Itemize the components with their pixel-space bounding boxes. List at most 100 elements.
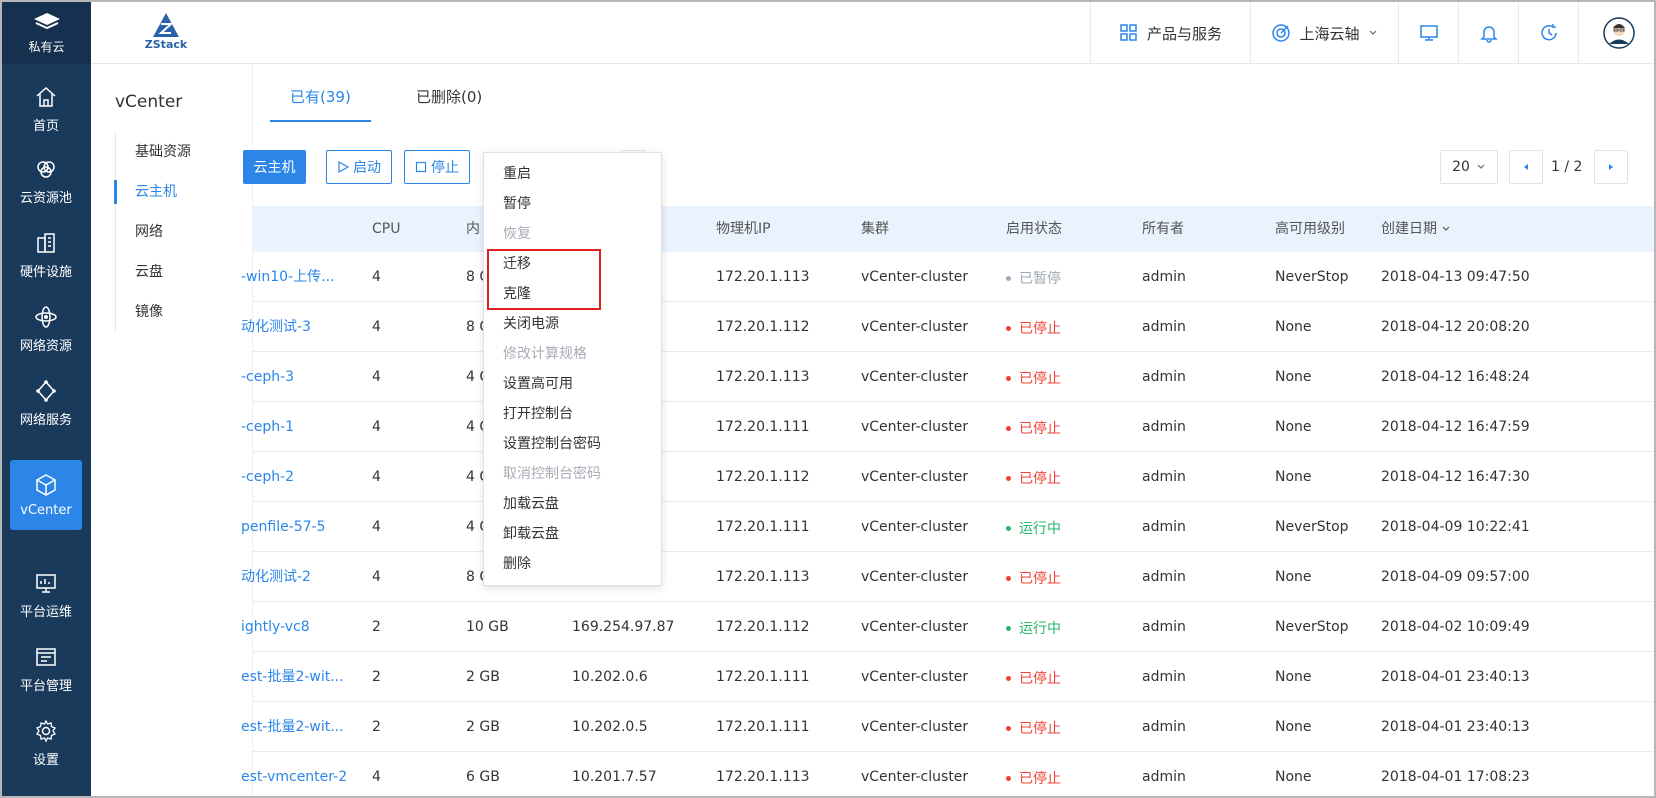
history-button[interactable]	[1518, 2, 1578, 64]
vm-name-link[interactable]: est-vmcenter-2	[241, 752, 347, 796]
column-header-cluster[interactable]: 集群	[861, 206, 889, 252]
subnav-item-volumes[interactable]: 云盘	[116, 252, 245, 292]
nav-item-settings[interactable]: 设置	[10, 708, 82, 778]
ip-cell: 10.201.7.57	[572, 769, 657, 785]
column-header-state[interactable]: 启用状态	[1006, 206, 1062, 252]
vm-name-link[interactable]: penfile-57-5	[241, 502, 326, 552]
nav-brand[interactable]: 私有云	[2, 2, 91, 64]
region-selector[interactable]: 上海云轴	[1250, 2, 1398, 64]
create-date-cell: 2018-04-12 16:47:59	[1381, 419, 1530, 435]
vm-name-link[interactable]: -win10-上传...	[241, 252, 334, 302]
status-badge: 运行中	[1006, 604, 1061, 653]
create-date-cell: 2018-04-12 20:08:20	[1381, 319, 1530, 335]
layers-icon	[33, 12, 60, 29]
menu-item[interactable]: 打开控制台	[484, 399, 661, 429]
tab-existing[interactable]: 已有(39)	[270, 86, 371, 122]
subnav-item-basic-resources[interactable]: 基础资源	[116, 132, 245, 172]
next-page-button[interactable]	[1594, 150, 1628, 184]
vm-name-link[interactable]: -ceph-1	[241, 402, 294, 452]
nav-item-vcenter[interactable]: vCenter	[10, 460, 82, 530]
column-header-owner[interactable]: 所有者	[1142, 206, 1184, 252]
menu-item[interactable]: 设置高可用	[484, 369, 661, 399]
cpu-cell: 4	[372, 769, 381, 785]
create-vm-button[interactable]: 云主机	[243, 150, 306, 184]
table-row[interactable]: est-批量2-wit... 2 2 GB 10.202.0.5 172.20.1.11…	[241, 702, 1654, 752]
cluster-cell: vCenter-cluster	[861, 519, 969, 535]
subnav-list: 基础资源 云主机 网络 云盘 镜像	[114, 132, 245, 332]
nav-item-hardware[interactable]: 硬件设施	[10, 220, 82, 290]
avatar	[1602, 17, 1635, 49]
nav-item-network-resource[interactable]: 网络资源	[10, 294, 82, 364]
subnav-item-images[interactable]: 镜像	[116, 292, 245, 332]
stop-label: 停止	[431, 160, 459, 176]
tab-deleted[interactable]: 已删除(0)	[416, 86, 482, 122]
menu-item[interactable]: 重启	[484, 159, 661, 189]
subnav-title: vCenter	[115, 92, 183, 112]
menu-item[interactable]: 加载云盘	[484, 489, 661, 519]
status-text: 已暂停	[1019, 270, 1061, 287]
menu-item[interactable]: 删除	[484, 549, 661, 579]
table-row[interactable]: est-批量2-wit... 2 2 GB 10.202.0.6 172.20.1.11…	[241, 652, 1654, 702]
subnav-item-network[interactable]: 网络	[116, 212, 245, 252]
cluster-cell: vCenter-cluster	[861, 619, 969, 635]
host-ip-cell: 172.20.1.111	[716, 719, 810, 735]
notification-button[interactable]	[1458, 2, 1518, 64]
create-date-cell: 2018-04-01 23:40:13	[1381, 669, 1530, 685]
nav-item-label: 网络服务	[19, 412, 72, 428]
column-header-cpu[interactable]: CPU	[372, 206, 400, 252]
vm-name-link[interactable]: est-批量2-wit...	[241, 702, 344, 752]
cluster-cell: vCenter-cluster	[861, 319, 969, 335]
nav-item-cloud-pool[interactable]: 云资源池	[10, 146, 82, 216]
status-dot-icon	[1006, 676, 1011, 681]
table-row[interactable]: -ceph-3 4 4 C 172.20.1.113 vCenter-cluster 已停…	[241, 352, 1654, 402]
start-button[interactable]: 启动	[326, 150, 392, 184]
nav-item-ops[interactable]: 平台运维	[10, 560, 82, 630]
nav-item-platform-manage[interactable]: 平台管理	[10, 634, 82, 704]
table-row[interactable]: -ceph-1 4 4 C 172.20.1.111 vCenter-cluster 已停…	[241, 402, 1654, 452]
table-row[interactable]: -ceph-2 4 4 C 172.20.1.112 vCenter-cluster 已停…	[241, 452, 1654, 503]
app-window: 私有云 首页 云资源池 硬件设施 网络资源 网络服务 vCenter 平台运维 …	[0, 0, 1656, 798]
column-header-host-ip[interactable]: 物理机IP	[716, 206, 771, 252]
stop-button[interactable]: 停止	[404, 150, 470, 184]
page-size-select[interactable]: 20	[1440, 150, 1498, 184]
ha-level-cell: None	[1275, 469, 1312, 485]
status-badge: 已停止	[1006, 754, 1061, 797]
table-row[interactable]: est-vmcenter-2 4 6 GB 10.201.7.57 172.20.1.1…	[241, 752, 1654, 797]
nav-item-home[interactable]: 首页	[10, 74, 82, 144]
home-icon	[36, 86, 56, 107]
vm-name-link[interactable]: -ceph-3	[241, 352, 294, 402]
vm-name-link[interactable]: ightly-vc8	[241, 602, 310, 652]
nav-item-label: 网络资源	[19, 338, 72, 354]
table-row[interactable]: 动化测试-248 C7172.20.1.113vCenter-cluster已停…	[241, 552, 1654, 602]
vm-name-link[interactable]: est-批量2-wit...	[241, 652, 344, 702]
status-badge: 已暂停	[1006, 254, 1061, 303]
cpu-cell: 4	[372, 269, 381, 285]
screen-button[interactable]	[1398, 2, 1458, 64]
status-badge: 已停止	[1006, 454, 1061, 503]
table-row[interactable]: ightly-vc8 2 10 GB 169.254.97.87 172.20.1.11…	[241, 602, 1654, 653]
user-avatar-button[interactable]	[1578, 2, 1654, 64]
vm-name-link[interactable]: 动化测试-3	[241, 302, 311, 352]
column-header-memory[interactable]: 内	[466, 206, 480, 252]
column-header-ha-level[interactable]: 高可用级别	[1275, 206, 1345, 252]
subnav-item-vm-instances[interactable]: 云主机	[114, 172, 245, 212]
menu-item[interactable]: 暂停	[484, 189, 661, 219]
column-header-create-date[interactable]: 创建日期	[1381, 206, 1451, 252]
host-ip-cell: 172.20.1.111	[716, 419, 810, 435]
nav-item-network-service[interactable]: 网络服务	[10, 368, 82, 438]
products-services-menu[interactable]: 产品与服务	[1090, 2, 1250, 64]
table-row[interactable]: penfile-57-5 4 4 C 172.20.1.111 vCenter-clus…	[241, 502, 1654, 552]
menu-item[interactable]: 设置控制台密码	[484, 429, 661, 459]
menu-item[interactable]: 卸载云盘	[484, 519, 661, 549]
owner-cell: admin	[1142, 519, 1186, 535]
prev-page-button[interactable]	[1509, 150, 1543, 184]
table-row[interactable]: -win10-上传... 4 8 C 172.20.1.113 vCenter-clus…	[241, 252, 1654, 303]
vm-name-link[interactable]: 动化测试-2	[241, 552, 311, 602]
zstack-logo[interactable]: ZStack	[141, 12, 191, 54]
table-row[interactable]: 动化测试-3 4 8 C 172.20.1.112 vCenter-cluster 已停止…	[241, 302, 1654, 352]
vm-name-link[interactable]: -ceph-2	[241, 452, 294, 502]
status-text: 已停止	[1019, 370, 1061, 387]
ha-level-cell: None	[1275, 719, 1312, 735]
status-dot-icon	[1006, 276, 1011, 281]
menu-item[interactable]: 关闭电源	[484, 309, 661, 339]
